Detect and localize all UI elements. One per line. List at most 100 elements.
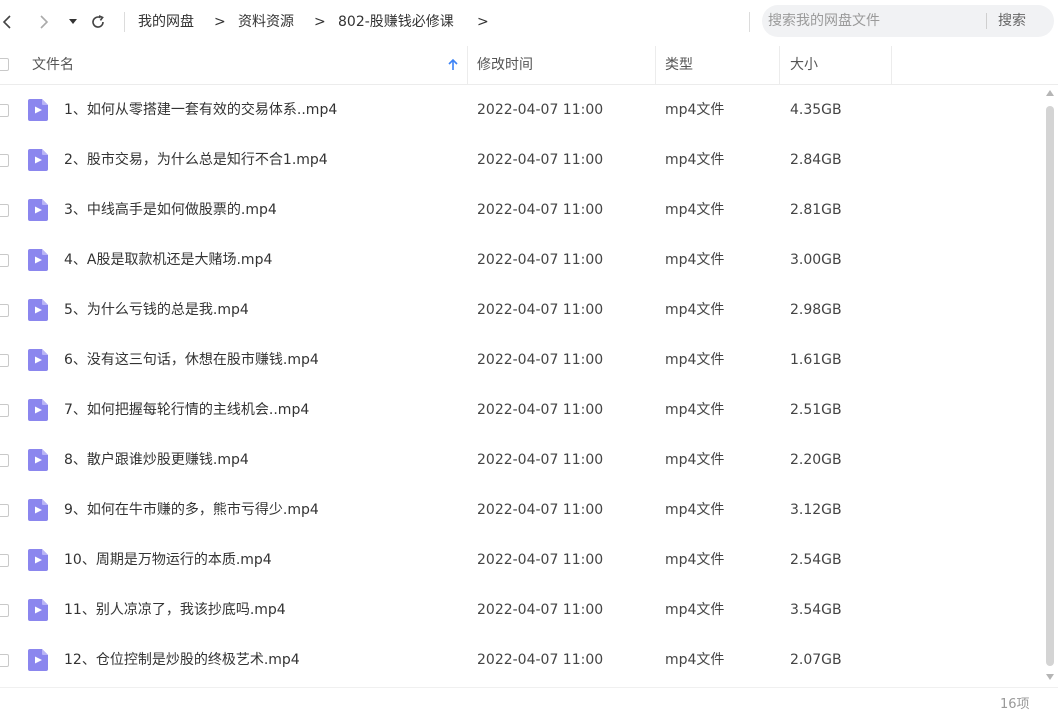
- row-checkbox[interactable]: [0, 554, 9, 567]
- table-row[interactable]: 4、A股是取款机还是大赌场.mp4 2022-04-07 11:00 mp4文件 3.…: [0, 235, 1044, 285]
- file-size: 2.54GB: [790, 552, 842, 568]
- file-name[interactable]: 6、没有这三句话，休想在股市赚钱.mp4: [64, 350, 319, 370]
- video-file-icon: [28, 299, 48, 321]
- footer-divider: [0, 687, 1058, 688]
- file-modified-time: 2022-04-07 11:00: [477, 352, 604, 368]
- search-button[interactable]: 搜索: [998, 11, 1026, 31]
- video-file-icon: [28, 449, 48, 471]
- file-type: mp4文件: [665, 302, 725, 318]
- file-name[interactable]: 3、中线高手是如何做股票的.mp4: [64, 200, 277, 220]
- scroll-down-arrow-icon[interactable]: [1046, 674, 1054, 680]
- file-name[interactable]: 9、如何在牛市赚的多，熊市亏得少.mp4: [64, 500, 319, 520]
- file-modified-time: 2022-04-07 11:00: [477, 102, 604, 118]
- arrow-up-icon[interactable]: [446, 58, 460, 72]
- table-row[interactable]: 11、别人凉凉了，我该抄底吗.mp4 2022-04-07 11:00 mp4文件 3…: [0, 585, 1044, 635]
- row-checkbox[interactable]: [0, 304, 9, 317]
- video-file-icon: [28, 649, 48, 671]
- file-type: mp4文件: [665, 502, 725, 518]
- file-modified-time: 2022-04-07 11:00: [477, 452, 604, 468]
- caret-down-icon: [69, 19, 77, 24]
- row-checkbox[interactable]: [0, 104, 9, 117]
- history-dropdown-button[interactable]: [66, 8, 80, 36]
- video-file-icon: [28, 499, 48, 521]
- row-checkbox[interactable]: [0, 654, 9, 667]
- row-checkbox[interactable]: [0, 504, 9, 517]
- column-divider[interactable]: [891, 46, 892, 84]
- column-divider[interactable]: [467, 46, 468, 84]
- row-checkbox[interactable]: [0, 404, 9, 417]
- file-modified-time: 2022-04-07 11:00: [477, 152, 604, 168]
- table-row[interactable]: 7、如何把握每轮行情的主线机会..mp4 2022-04-07 11:00 mp4文…: [0, 385, 1044, 435]
- file-type: mp4文件: [665, 652, 725, 668]
- column-header-modified[interactable]: 修改时间: [477, 46, 533, 84]
- scrollbar-thumb[interactable]: [1046, 106, 1054, 666]
- row-checkbox[interactable]: [0, 454, 9, 467]
- column-divider[interactable]: [655, 46, 656, 84]
- column-header-size[interactable]: 大小: [790, 46, 818, 84]
- video-file-icon: [28, 399, 48, 421]
- table-row[interactable]: 9、如何在牛市赚的多，熊市亏得少.mp4 2022-04-07 11:00 mp4文…: [0, 485, 1044, 535]
- file-name[interactable]: 4、A股是取款机还是大赌场.mp4: [64, 250, 272, 270]
- file-list: 1、如何从零搭建一套有效的交易体系..mp4 2022-04-07 11:00 mp…: [0, 85, 1044, 685]
- refresh-button[interactable]: [88, 8, 108, 36]
- table-row[interactable]: 5、为什么亏钱的总是我.mp4 2022-04-07 11:00 mp4文件 2.98…: [0, 285, 1044, 335]
- file-name[interactable]: 5、为什么亏钱的总是我.mp4: [64, 300, 249, 320]
- file-size: 2.20GB: [790, 452, 842, 468]
- column-header-name[interactable]: 文件名: [32, 46, 74, 84]
- row-checkbox[interactable]: [0, 204, 9, 217]
- chevron-right-icon: [40, 15, 49, 29]
- table-header: 文件名 修改时间 类型 大小: [0, 46, 1058, 85]
- refresh-icon: [92, 15, 104, 28]
- file-name[interactable]: 1、如何从零搭建一套有效的交易体系..mp4: [64, 100, 337, 120]
- file-modified-time: 2022-04-07 11:00: [477, 502, 604, 518]
- search-input[interactable]: [762, 5, 984, 37]
- table-row[interactable]: 3、中线高手是如何做股票的.mp4 2022-04-07 11:00 mp4文件 2.…: [0, 185, 1044, 235]
- search-divider: [986, 13, 987, 29]
- file-type: mp4文件: [665, 252, 725, 268]
- file-size: 3.00GB: [790, 252, 842, 268]
- vertical-scrollbar[interactable]: [1043, 88, 1057, 682]
- file-modified-time: 2022-04-07 11:00: [477, 252, 604, 268]
- forward-button[interactable]: [36, 8, 52, 36]
- column-header-type[interactable]: 类型: [665, 46, 693, 84]
- video-file-icon: [28, 549, 48, 571]
- file-name[interactable]: 7、如何把握每轮行情的主线机会..mp4: [64, 400, 309, 420]
- video-file-icon: [28, 199, 48, 221]
- file-name[interactable]: 10、周期是万物运行的本质.mp4: [64, 550, 272, 570]
- file-name[interactable]: 2、股市交易，为什么总是知行不合1.mp4: [64, 150, 328, 170]
- file-type: mp4文件: [665, 152, 725, 168]
- breadcrumb-item-my-drive[interactable]: 我的网盘: [138, 12, 194, 32]
- table-row[interactable]: 10、周期是万物运行的本质.mp4 2022-04-07 11:00 mp4文件 2.…: [0, 535, 1044, 585]
- breadcrumb-separator: >: [314, 14, 326, 30]
- chevron-left-icon: [2, 15, 11, 29]
- table-row[interactable]: 8、散户跟谁炒股更赚钱.mp4 2022-04-07 11:00 mp4文件 2.20…: [0, 435, 1044, 485]
- file-name[interactable]: 12、仓位控制是炒股的终极艺术.mp4: [64, 650, 300, 670]
- file-size: 2.51GB: [790, 402, 842, 418]
- breadcrumb-item-current-folder[interactable]: 802-股赚钱必修课: [338, 12, 454, 32]
- breadcrumb-separator: >: [214, 14, 226, 30]
- back-button[interactable]: [0, 8, 14, 36]
- row-checkbox[interactable]: [0, 604, 9, 617]
- scroll-up-arrow-icon[interactable]: [1046, 90, 1054, 96]
- select-all-checkbox[interactable]: [0, 58, 9, 71]
- table-row[interactable]: 12、仓位控制是炒股的终极艺术.mp4 2022-04-07 11:00 mp4文件…: [0, 635, 1044, 685]
- column-divider[interactable]: [779, 46, 780, 84]
- file-size: 1.61GB: [790, 352, 842, 368]
- row-checkbox[interactable]: [0, 154, 9, 167]
- file-name[interactable]: 11、别人凉凉了，我该抄底吗.mp4: [64, 600, 286, 620]
- table-row[interactable]: 2、股市交易，为什么总是知行不合1.mp4 2022-04-07 11:00 mp4…: [0, 135, 1044, 185]
- toolbar: 我的网盘 > 资料资源 > 802-股赚钱必修课 > 搜索: [0, 0, 1058, 44]
- item-count: 16项: [1000, 697, 1030, 712]
- table-row[interactable]: 6、没有这三句话，休想在股市赚钱.mp4 2022-04-07 11:00 mp4文…: [0, 335, 1044, 385]
- file-type: mp4文件: [665, 552, 725, 568]
- file-type: mp4文件: [665, 102, 725, 118]
- file-type: mp4文件: [665, 452, 725, 468]
- file-name[interactable]: 8、散户跟谁炒股更赚钱.mp4: [64, 450, 249, 470]
- table-row[interactable]: 1、如何从零搭建一套有效的交易体系..mp4 2022-04-07 11:00 mp…: [0, 85, 1044, 135]
- row-checkbox[interactable]: [0, 354, 9, 367]
- file-type: mp4文件: [665, 602, 725, 618]
- breadcrumb-item-resources[interactable]: 资料资源: [238, 12, 294, 32]
- file-size: 2.98GB: [790, 302, 842, 318]
- row-checkbox[interactable]: [0, 254, 9, 267]
- toolbar-divider: [124, 12, 125, 32]
